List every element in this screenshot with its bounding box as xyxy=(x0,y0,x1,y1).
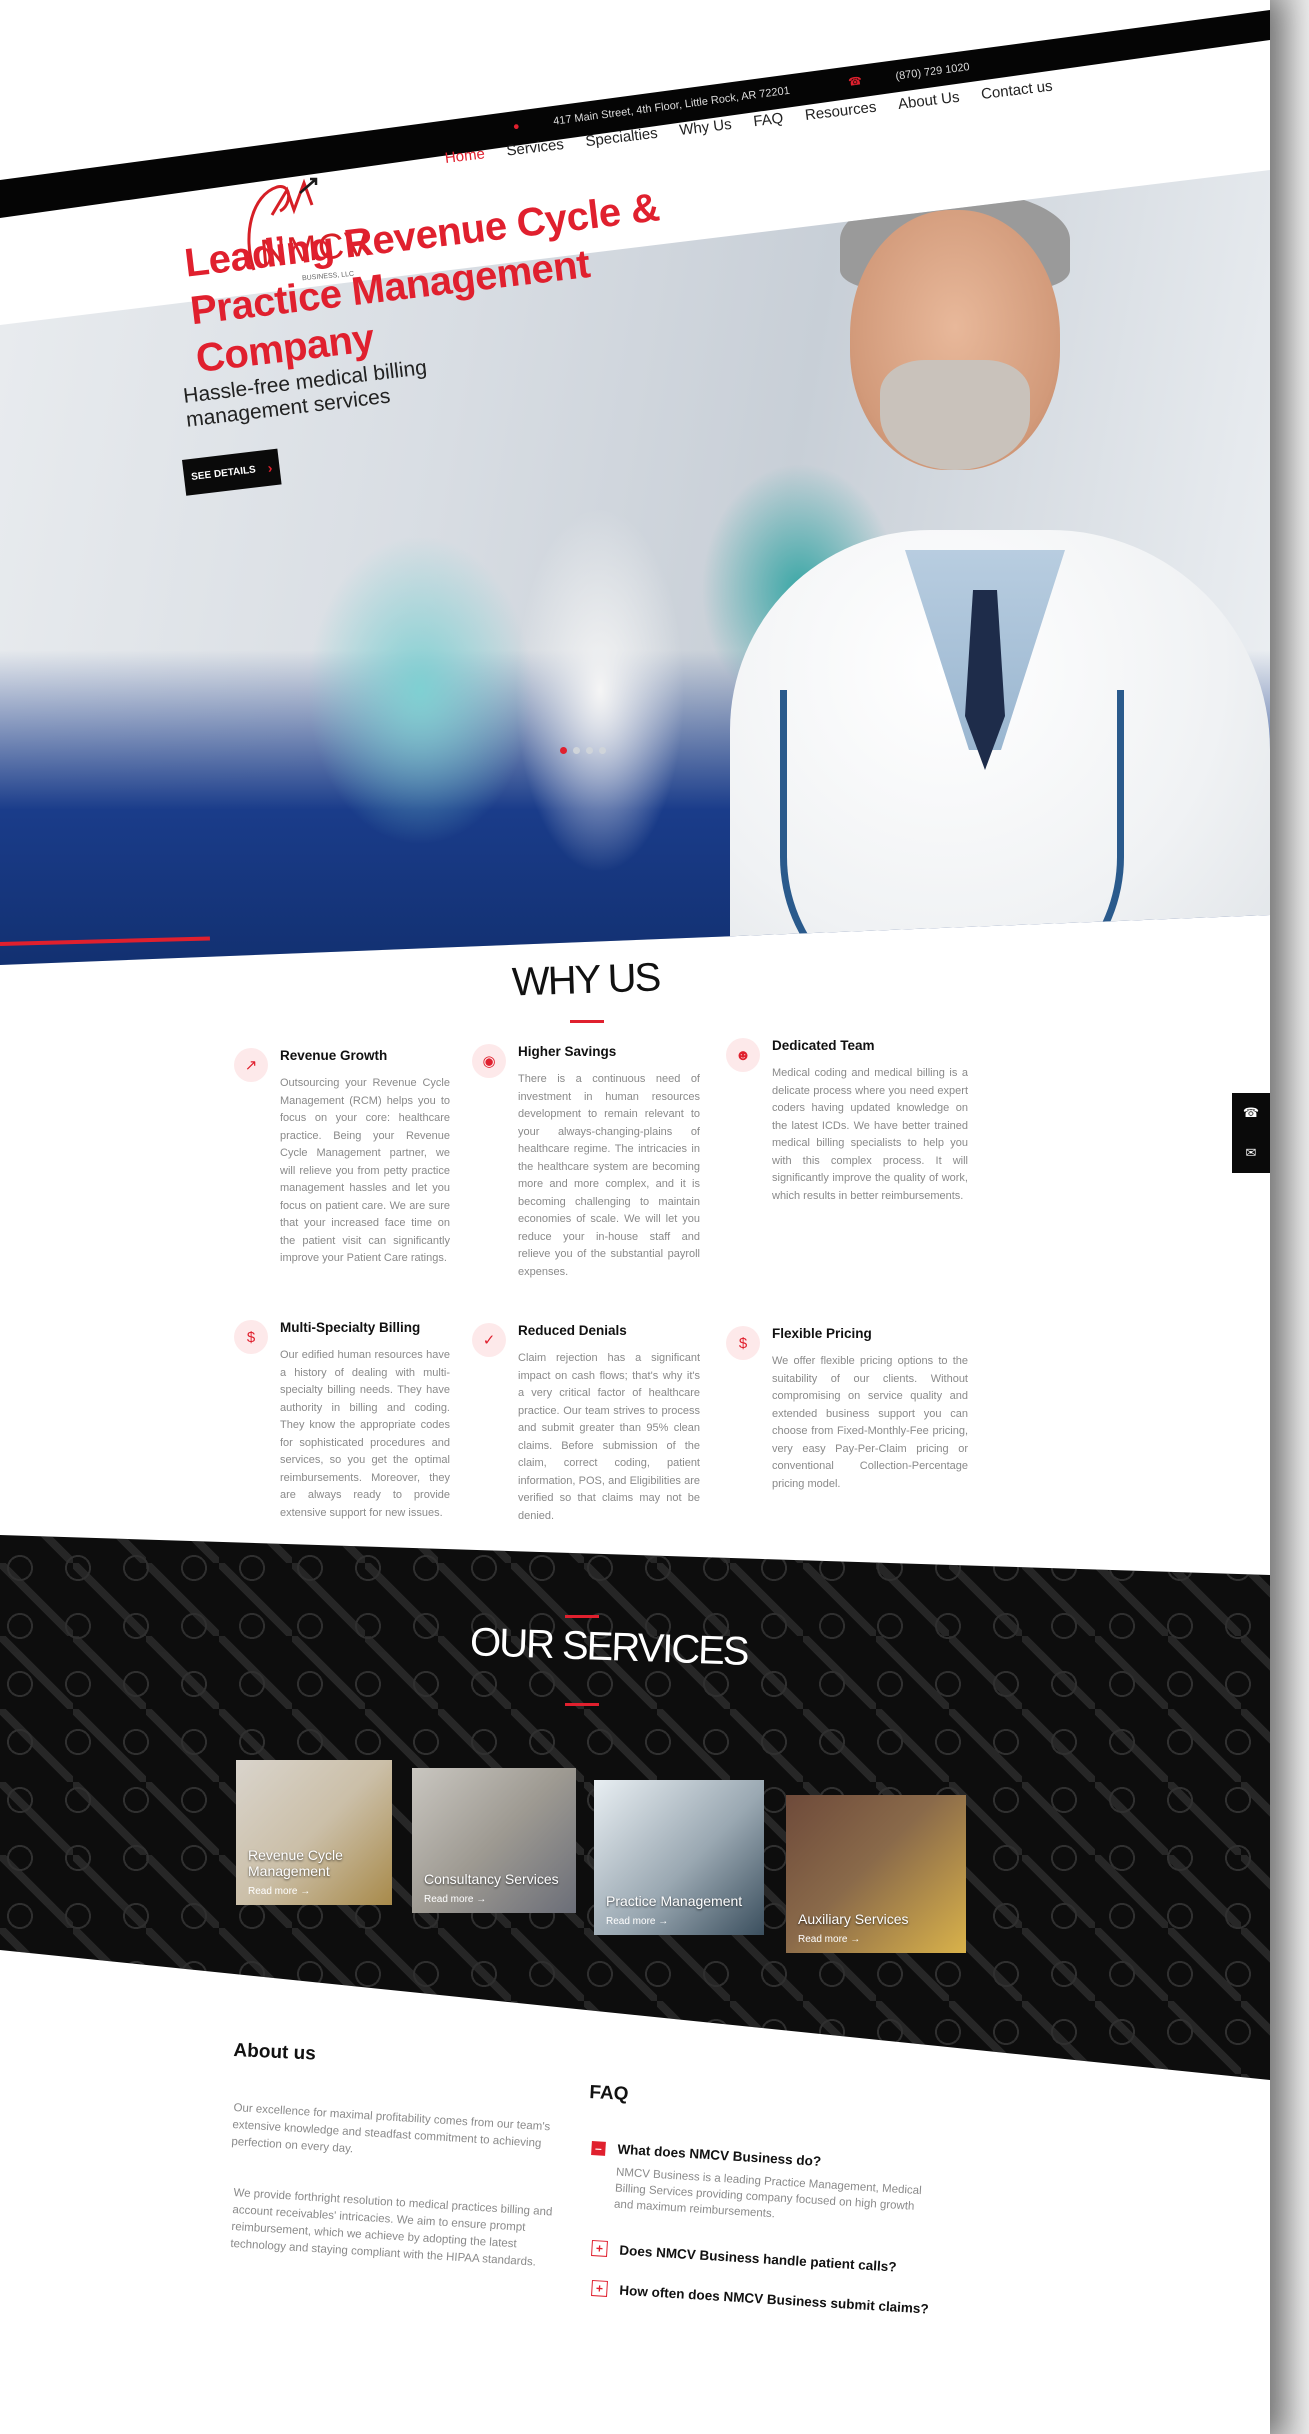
read-more-link[interactable]: Read more → xyxy=(606,1916,668,1927)
clipboard-check-icon: ✓ xyxy=(472,1323,506,1357)
plus-icon[interactable]: + xyxy=(591,2280,608,2297)
read-more-label: Read more xyxy=(424,1894,474,1905)
feature-text: Medical coding and medical billing is a … xyxy=(772,1067,968,1202)
feature-text: Our edified human resources have a histo… xyxy=(280,1349,450,1519)
phone-icon[interactable]: ☎ xyxy=(1243,1105,1259,1121)
faq-item[interactable]: – What does NMCV Business do? NMCV Busine… xyxy=(588,2140,932,2232)
faq-question[interactable]: Does NMCV Business handle patient calls? xyxy=(619,2242,897,2274)
hand-dollar-icon: $ xyxy=(726,1326,760,1360)
feature-title: Revenue Growth xyxy=(280,1048,388,1063)
feature-title: Dedicated Team xyxy=(772,1038,875,1053)
plus-icon[interactable]: + xyxy=(591,2240,608,2257)
map-pin-icon: ● xyxy=(512,120,521,134)
why-us-title: WHY US xyxy=(511,955,660,1005)
feature-revenue-growth: ↗ Revenue Growth Outsourcing your Revenu… xyxy=(234,1048,450,1268)
feature-reduced-denials: ✓ Reduced Denials Claim rejection has a … xyxy=(472,1323,700,1525)
team-icon: ☻ xyxy=(726,1038,760,1072)
phone-icon: ☎ xyxy=(848,75,864,89)
top-bar: ● 417 Main Street, 4th Floor, Little Rock… xyxy=(0,0,1270,218)
read-more-label: Read more xyxy=(606,1916,656,1927)
read-more-label: Read more xyxy=(798,1934,848,1945)
about-paragraph: We provide forthright resolution to medi… xyxy=(230,2186,553,2269)
read-more-label: Read more xyxy=(248,1886,298,1897)
feature-title: Flexible Pricing xyxy=(772,1326,872,1341)
minus-icon[interactable]: – xyxy=(591,2140,606,2156)
page-edge-shadow xyxy=(1270,0,1309,2434)
see-details-label: SEE DETAILS xyxy=(190,463,257,483)
read-more-link[interactable]: Read more → xyxy=(248,1886,310,1897)
chevron-right-icon: › xyxy=(266,459,274,476)
feature-title: Higher Savings xyxy=(518,1044,617,1059)
service-card-practice-management[interactable]: Practice Management Read more → xyxy=(594,1780,764,1935)
feature-text: There is a continuous need of investment… xyxy=(518,1073,700,1278)
why-us-divider xyxy=(570,1020,604,1023)
slider-dots xyxy=(560,747,606,754)
nav-item-faq[interactable]: FAQ xyxy=(752,110,784,130)
read-more-link[interactable]: Read more → xyxy=(424,1894,486,1905)
about-title: About us xyxy=(233,2040,317,2065)
feature-text: Claim rejection has a significant impact… xyxy=(518,1352,700,1522)
service-card-revenue-cycle[interactable]: Revenue Cycle Management Read more → xyxy=(236,1760,392,1905)
service-card-label: Practice Management xyxy=(606,1893,743,1909)
faq-item[interactable]: + Does NMCV Business handle patient calls… xyxy=(591,2240,931,2277)
services-divider-bottom xyxy=(565,1703,599,1706)
feature-title: Multi-Specialty Billing xyxy=(280,1320,421,1335)
doctor-beard xyxy=(880,360,1030,470)
service-card-label: Consultancy Services xyxy=(424,1871,559,1887)
feature-title: Reduced Denials xyxy=(518,1323,627,1338)
faq-item[interactable]: + How often does NMCV Business submit cla… xyxy=(591,2280,931,2317)
faq-title: FAQ xyxy=(588,2082,630,2106)
chart-growth-icon: ↗ xyxy=(234,1048,268,1082)
page: ● 417 Main Street, 4th Floor, Little Rock… xyxy=(0,0,1270,2434)
stethoscope xyxy=(780,690,1124,965)
floating-contact-bar: ☎ ✉ xyxy=(1232,1093,1270,1173)
page-stage: ● 417 Main Street, 4th Floor, Little Rock… xyxy=(0,0,1309,2434)
feature-text: Outsourcing your Revenue Cycle Managemen… xyxy=(280,1077,450,1264)
service-card-auxiliary[interactable]: Auxiliary Services Read more → xyxy=(786,1795,966,1953)
faq-question[interactable]: What does NMCV Business do? xyxy=(617,2142,822,2169)
service-card-label: Auxiliary Services xyxy=(798,1911,909,1927)
feature-flexible-pricing: $ Flexible Pricing We offer flexible pri… xyxy=(726,1326,968,1493)
feature-text: We offer flexible pricing options to the… xyxy=(772,1355,968,1490)
read-more-link[interactable]: Read more → xyxy=(798,1934,860,1945)
feature-higher-savings: ◉ Higher Savings There is a continuous n… xyxy=(472,1044,700,1281)
services-divider-top xyxy=(565,1615,599,1618)
feature-dedicated-team: ☻ Dedicated Team Medical coding and medi… xyxy=(726,1038,968,1205)
faq-question[interactable]: How often does NMCV Business submit clai… xyxy=(619,2282,929,2316)
envelope-icon[interactable]: ✉ xyxy=(1246,1145,1257,1161)
about-paragraph: Our excellence for maximal profitability… xyxy=(231,2101,551,2156)
slider-dot[interactable] xyxy=(560,747,567,754)
service-card-consultancy[interactable]: Consultancy Services Read more → xyxy=(412,1768,576,1913)
feature-multi-specialty-billing: $ Multi-Specialty Billing Our edified hu… xyxy=(234,1320,450,1522)
services-title: OUR SERVICES xyxy=(469,1620,749,1674)
billing-document-icon: $ xyxy=(234,1320,268,1354)
slider-dot[interactable] xyxy=(573,747,580,754)
service-card-label: Revenue Cycle Management xyxy=(248,1847,343,1879)
slider-dot[interactable] xyxy=(599,747,606,754)
piggy-bank-icon: ◉ xyxy=(472,1044,506,1078)
slider-dot[interactable] xyxy=(586,747,593,754)
faq-answer: NMCV Business is a leading Practice Mana… xyxy=(613,2166,923,2221)
